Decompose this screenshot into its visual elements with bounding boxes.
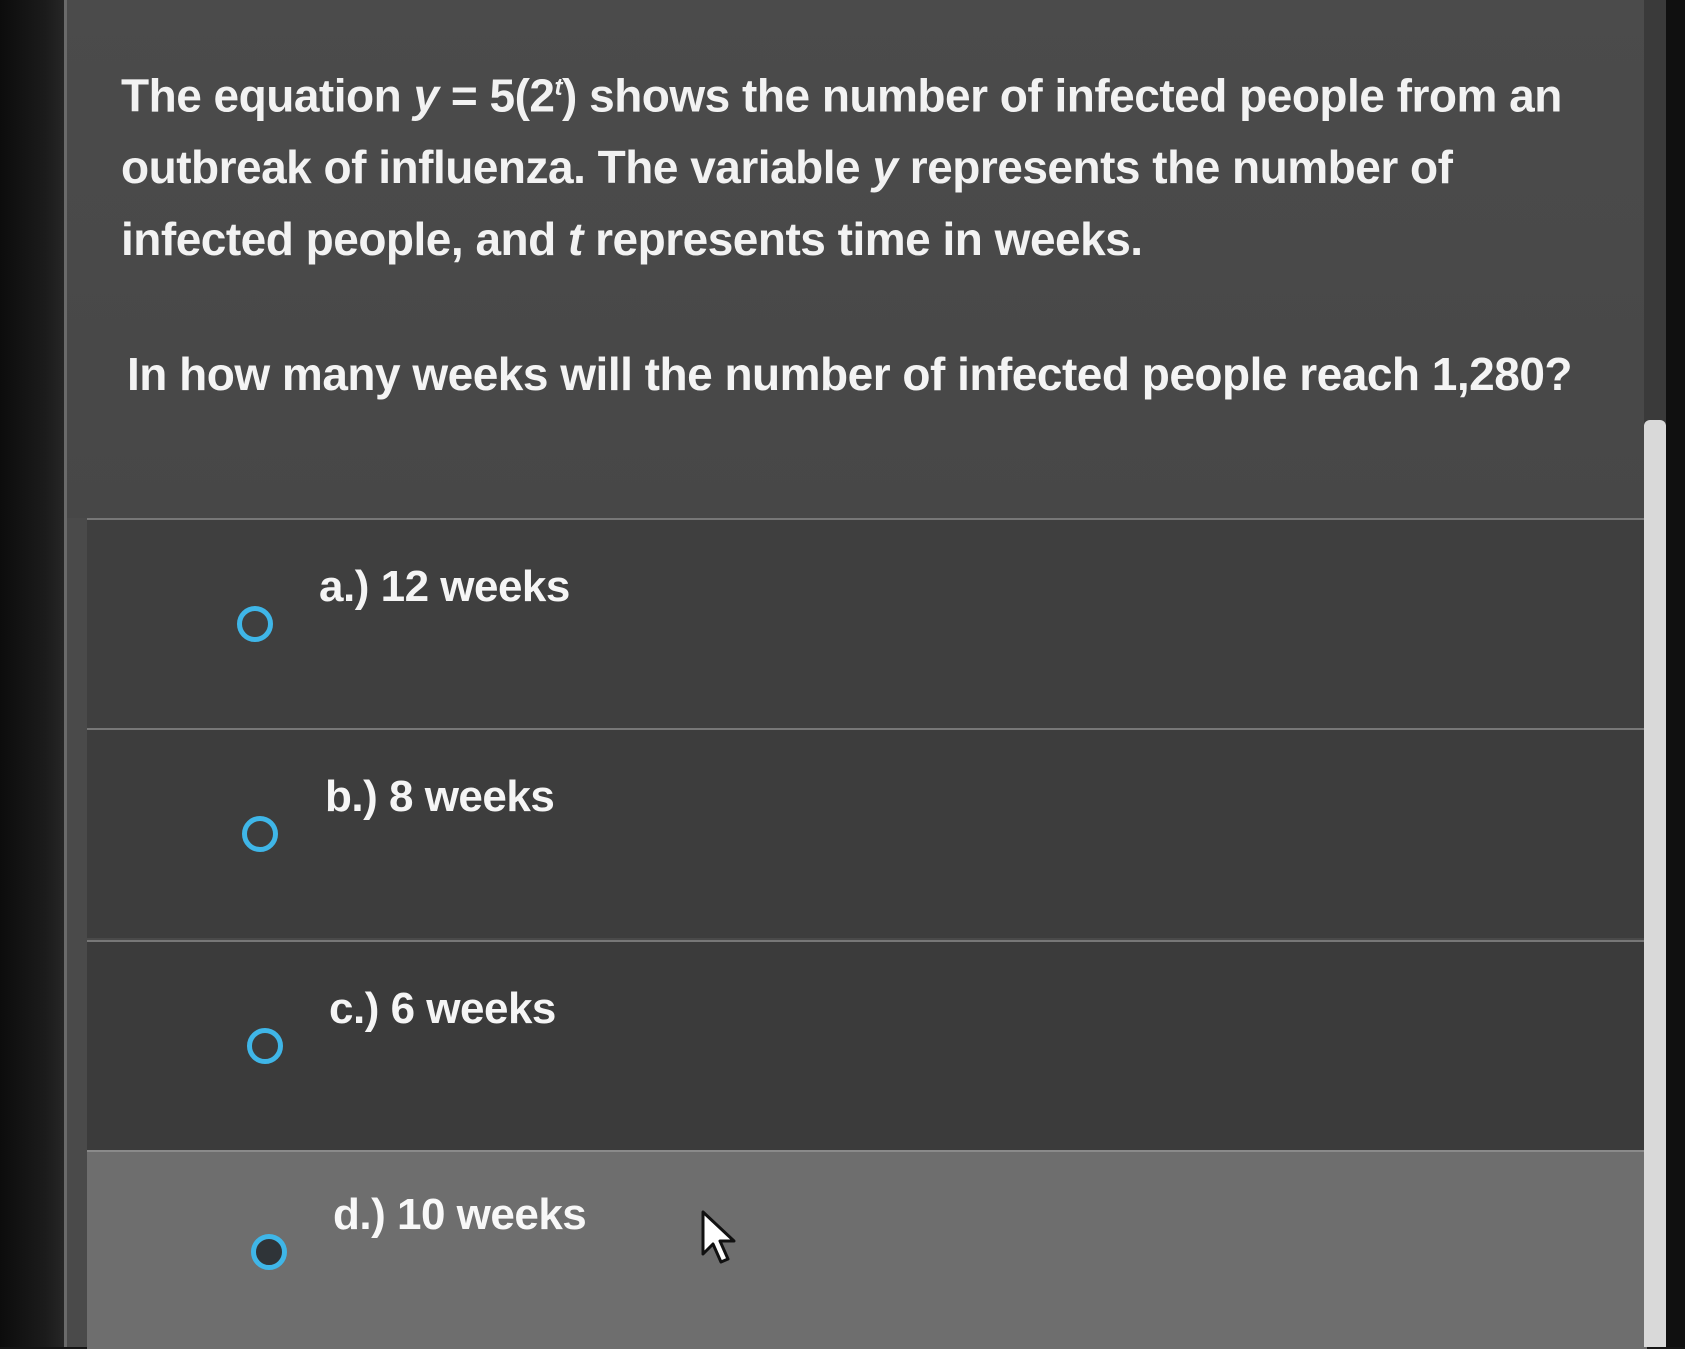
equation-variable-y: y	[413, 69, 440, 122]
answer-option-b[interactable]: b.) 8 weeks	[87, 728, 1647, 938]
scrollbar-thumb[interactable]	[1644, 420, 1666, 1347]
question-area: The equation y = 5(2t) shows the number …	[67, 0, 1647, 518]
option-text: 6 weeks	[390, 984, 557, 1033]
answer-option-a[interactable]: a.) 12 weeks	[87, 518, 1647, 728]
option-letter: c.)	[329, 984, 379, 1033]
radio-button-icon[interactable]	[251, 1234, 287, 1270]
radio-button-icon[interactable]	[237, 606, 273, 642]
answer-label-a[interactable]: a.) 12 weeks	[319, 562, 570, 612]
option-letter: b.)	[325, 772, 378, 821]
question-prompt: In how many weeks will the number of inf…	[127, 348, 1573, 400]
screen: The equation y = 5(2t) shows the number …	[0, 0, 1685, 1349]
option-letter: a.)	[319, 562, 369, 611]
question-text-part3: represents time in weeks.	[582, 213, 1143, 266]
answer-option-c[interactable]: c.) 6 weeks	[87, 940, 1647, 1150]
variable-t: t	[568, 213, 583, 266]
option-text: 10 weeks	[397, 1190, 587, 1239]
answer-label-d[interactable]: d.) 10 weeks	[333, 1190, 587, 1240]
option-text: 8 weeks	[389, 772, 555, 821]
radio-button-icon[interactable]	[247, 1028, 283, 1064]
question-prefix: The equation	[121, 69, 414, 122]
question-text: The equation y = 5(2t) shows the number …	[121, 52, 1601, 275]
option-text: 12 weeks	[380, 562, 571, 611]
option-letter: d.)	[333, 1190, 386, 1239]
answer-label-b[interactable]: b.) 8 weeks	[325, 772, 555, 822]
variable-y: y	[872, 141, 898, 194]
monitor-bezel-right	[1666, 0, 1685, 1347]
radio-button-icon[interactable]	[242, 816, 278, 852]
equation-close: )	[562, 69, 577, 122]
answer-label-c[interactable]: c.) 6 weeks	[329, 984, 556, 1034]
monitor-bezel-left	[0, 0, 64, 1347]
equation-exponent: t	[554, 74, 563, 101]
quiz-panel: The equation y = 5(2t) shows the number …	[64, 0, 1667, 1349]
answer-option-d[interactable]: d.) 10 weeks	[87, 1150, 1647, 1349]
equation-body: = 5(2	[438, 69, 555, 122]
mouse-pointer-icon	[701, 1210, 736, 1264]
